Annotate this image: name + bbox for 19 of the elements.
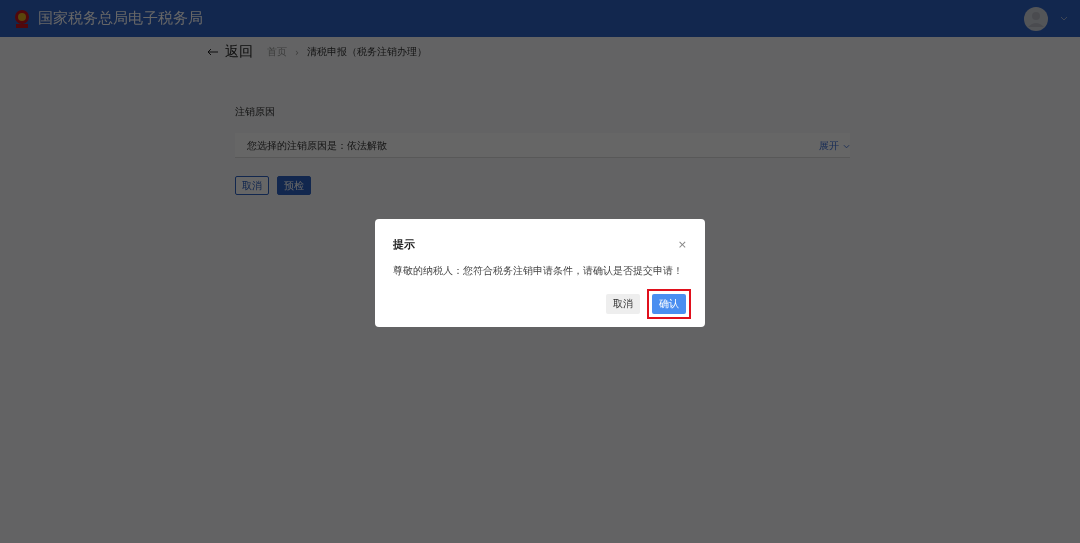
breadcrumb-item: 清税申报（税务注销办理） (307, 45, 427, 59)
confirm-button[interactable]: 确认 (652, 294, 686, 314)
precheck-button[interactable]: 预检 (277, 176, 311, 195)
dialog-title: 提示 (393, 237, 415, 252)
section-title: 注销原因 (235, 105, 276, 119)
emblem-icon (12, 8, 32, 29)
caret-icon[interactable] (1060, 16, 1068, 21)
breadcrumb-separator: › (295, 46, 299, 58)
back-arrow-icon (207, 48, 219, 56)
avatar-icon[interactable] (1024, 6, 1048, 31)
reason-text: 您选择的注销原因是：依法解散 (247, 139, 387, 153)
cancel-button[interactable]: 取消 (235, 176, 269, 195)
site-title: 国家税务总局电子税务局 (38, 9, 203, 28)
caret-icon (843, 143, 850, 149)
close-button[interactable]: × (677, 238, 687, 251)
cancel-button[interactable]: 取消 (606, 294, 640, 314)
back-link[interactable]: 返回 (207, 43, 253, 61)
expand-link[interactable]: 展开 (819, 139, 850, 153)
dialog-message: 尊敬的纳税人：您符合税务注销申请条件，请确认是否提交申请！ (393, 264, 683, 277)
